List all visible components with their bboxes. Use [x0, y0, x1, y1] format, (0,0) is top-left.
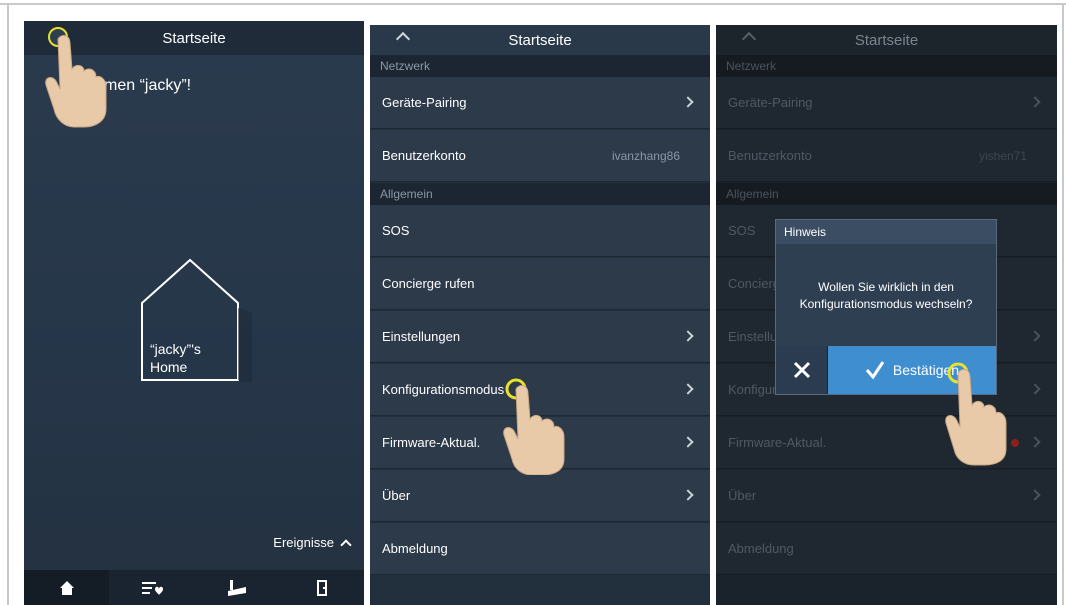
nav-events[interactable]: [109, 570, 194, 605]
list-heart-icon: [141, 581, 163, 595]
chevron-right-icon: [682, 489, 694, 501]
top-bar: Startseite: [370, 25, 710, 55]
cancel-button[interactable]: [776, 346, 828, 394]
section-header-network: Netzwerk: [370, 55, 710, 77]
row-label: Konfigurationsmodus: [382, 382, 505, 397]
pointing-hand-icon: [45, 35, 107, 128]
row-label: SOS: [728, 223, 756, 238]
chevron-right-icon: [1029, 436, 1041, 448]
row-label: Firmware-Aktual.: [728, 435, 827, 450]
row-label: Benutzerkonto: [728, 148, 812, 163]
page-title: Startseite: [162, 29, 226, 47]
page-title: Startseite: [854, 31, 919, 49]
row-label: Firmware-Aktual.: [382, 435, 481, 450]
settings-screen-dimmed: Startseite Netzwerk Geräte-Pairing Benut…: [716, 25, 1057, 605]
welcome-text: men “jacky”!: [104, 77, 192, 94]
pointing-hand-icon: [503, 378, 565, 475]
update-dot-badge: [1011, 439, 1019, 447]
account-value: yishen71: [978, 148, 1027, 163]
chevron-right-icon: [682, 96, 694, 108]
bottom-navigation: [24, 570, 364, 605]
nav-camera[interactable]: [194, 570, 279, 605]
home-icon: [59, 580, 74, 595]
row-label: Einstellungen: [382, 329, 461, 344]
camera-icon: [227, 579, 246, 596]
dialog-title: Hinweis: [776, 220, 996, 244]
account-value: ivanzhang86: [611, 148, 680, 163]
row-label: Geräte-Pairing: [382, 95, 467, 110]
row-label: Über: [382, 488, 411, 503]
checkmark-icon: [865, 361, 885, 380]
frame-border-left: [7, 3, 9, 605]
chevron-right-icon: [682, 436, 694, 448]
house-home-label: Home: [150, 359, 188, 375]
row-about[interactable]: Über: [370, 470, 710, 522]
events-toggle[interactable]: Ereignisse: [273, 535, 352, 551]
events-label: Ereignisse: [273, 535, 334, 550]
nav-door[interactable]: [279, 570, 364, 605]
house-label: “jacky”'s Home: [150, 340, 201, 376]
row-label: SOS: [382, 223, 410, 238]
row-user-account: Benutzerkonto yishen71: [716, 130, 1057, 182]
row-sos[interactable]: SOS: [370, 205, 710, 257]
row-user-account[interactable]: Benutzerkonto ivanzhang86: [370, 130, 710, 182]
row-label: Geräte-Pairing: [728, 95, 813, 110]
close-icon: [793, 361, 810, 379]
frame-border-right: [1062, 3, 1064, 605]
chevron-right-icon: [1029, 96, 1041, 108]
door-icon: [316, 579, 327, 596]
chevron-right-icon: [682, 383, 694, 395]
section-header-general: Allgemein: [716, 183, 1057, 205]
chevron-right-icon: [682, 330, 694, 342]
row-logout: Abmeldung: [716, 523, 1057, 575]
section-header-network: Netzwerk: [716, 55, 1057, 77]
row-about: Über: [716, 470, 1057, 522]
dialog-message: Wollen Sie wirklich in den Konfiguration…: [776, 244, 996, 347]
top-bar: Startseite: [716, 25, 1057, 55]
row-logout[interactable]: Abmeldung: [370, 523, 710, 575]
chevron-right-icon: [1029, 383, 1041, 395]
home-screen: Startseite men “jacky”! “jacky”'s Home E…: [24, 21, 364, 605]
pointing-hand-icon: [945, 362, 1007, 466]
row-label: Abmeldung: [728, 541, 794, 556]
chevron-up-icon: [340, 538, 352, 551]
section-header-general: Allgemein: [370, 183, 710, 205]
row-label: Abmeldung: [382, 541, 448, 556]
page-title: Startseite: [508, 31, 572, 49]
row-settings[interactable]: Einstellungen: [370, 311, 710, 363]
row-label: Concierge rufen: [382, 276, 475, 291]
nav-home[interactable]: [24, 570, 109, 605]
row-label: Benutzerkonto: [382, 148, 466, 163]
row-label: Über: [728, 488, 757, 503]
settings-screen: Startseite Netzwerk Geräte-Pairing Benut…: [370, 25, 710, 605]
house-owner-label: “jacky”'s: [150, 341, 201, 357]
collapse-chevron-icon: [741, 31, 757, 47]
row-device-pairing[interactable]: Geräte-Pairing: [370, 77, 710, 129]
chevron-right-icon: [1029, 330, 1041, 342]
row-concierge[interactable]: Concierge rufen: [370, 258, 710, 310]
chevron-right-icon: [1029, 489, 1041, 501]
row-device-pairing: Geräte-Pairing: [716, 77, 1057, 129]
frame-border-top: [0, 3, 1066, 5]
collapse-chevron-icon[interactable]: [395, 31, 411, 47]
